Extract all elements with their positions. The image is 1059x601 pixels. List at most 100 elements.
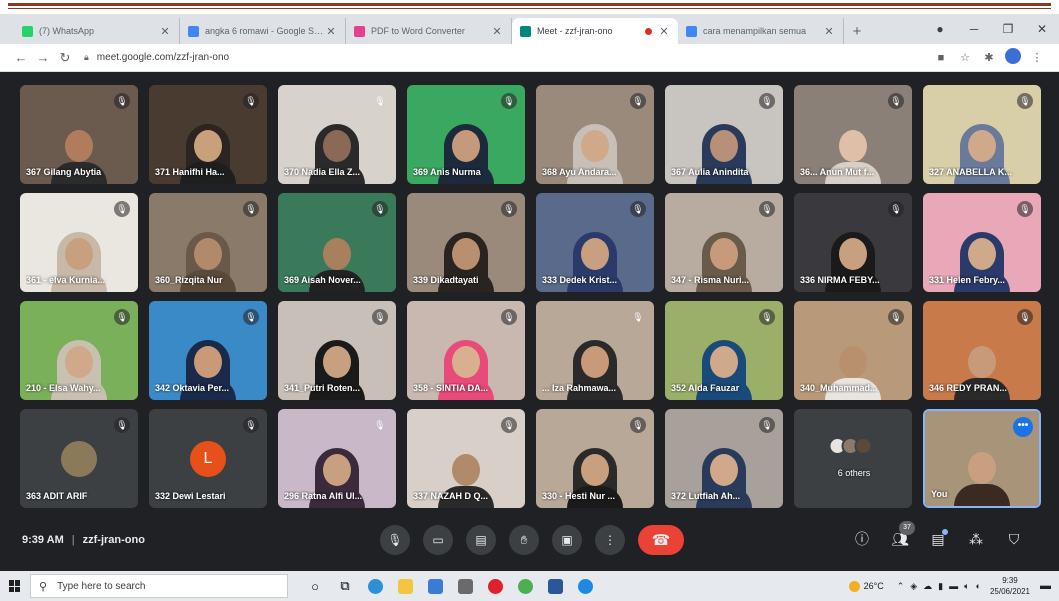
participant-tile[interactable]: 🎙︎ 330 - Hesti Nur ...	[536, 409, 654, 508]
participant-tile[interactable]: 🎙︎ 363 ADIT ARIF	[20, 409, 138, 508]
participant-tile[interactable]: 🎙︎ 358 - SINTIA DA...	[407, 301, 525, 400]
activities-button[interactable]: ⁂	[957, 531, 995, 548]
volume-icon[interactable]: 🔈︎	[964, 581, 969, 592]
host-controls-button[interactable]: ⛉	[995, 531, 1033, 548]
others-tile[interactable]: 6 others	[794, 409, 912, 508]
participant-tile[interactable]: 🎙︎ 339 Dikadtayati	[407, 193, 525, 292]
cloud-icon[interactable]: ☁︎	[923, 581, 932, 592]
raise-hand-button[interactable]: ✋︎	[509, 525, 539, 555]
participant-tile[interactable]: 🎙︎ 360_Rizqita Nur	[149, 193, 267, 292]
participant-tile[interactable]: 🎙︎ 331 Helen Febry...	[923, 193, 1041, 292]
url-field[interactable]: 🔒︎ meet.google.com/zzf-jran-ono	[84, 47, 929, 69]
cortana-icon[interactable]: ○	[300, 571, 330, 601]
tab-search[interactable]: cara menampilkan semua ✕	[678, 18, 844, 44]
menu-icon[interactable]: ⋮	[1025, 51, 1049, 64]
participant-tile[interactable]: 🎙︎ 369 Aisah Nover...	[278, 193, 396, 292]
bookmark-star-icon[interactable]: ☆	[953, 51, 977, 64]
task-view-icon[interactable]: ⧉	[330, 571, 360, 601]
wifi-icon[interactable]: ▬	[949, 581, 958, 591]
pdf-converter-icon	[354, 25, 365, 37]
clock[interactable]: 9:39 25/06/2021	[990, 575, 1030, 597]
participant-tile[interactable]: 🎙︎ 296 Ratna Alfi Ul...	[278, 409, 396, 508]
participant-tile[interactable]: 🎙︎ 342 Oktavia Per...	[149, 301, 267, 400]
participant-tile[interactable]: 🎙︎ 352 Alda Fauzar	[665, 301, 783, 400]
notifications-icon[interactable]: ▬	[1040, 580, 1051, 592]
close-window-icon[interactable]: ✕	[1025, 22, 1059, 36]
forward-icon[interactable]: →	[32, 50, 54, 65]
weather-widget[interactable]: 26°C	[848, 580, 884, 592]
word-icon[interactable]	[540, 571, 570, 601]
participant-tile[interactable]: 🎙︎ 368 Ayu Andara...	[536, 85, 654, 184]
battery-icon[interactable]: ▮	[938, 581, 943, 592]
edge-icon[interactable]	[360, 571, 390, 601]
people-button[interactable]: 👥︎ 37	[881, 520, 919, 548]
participant-tile[interactable]: 🎙︎ 327 ANABELLA K...	[923, 85, 1041, 184]
participant-tile[interactable]: 🎙︎ 367 Aulia Anindita	[665, 85, 783, 184]
store-icon[interactable]	[420, 571, 450, 601]
participant-tile[interactable]: L 🎙︎ 332 Dewi Lestari	[149, 409, 267, 508]
face-shape	[452, 130, 480, 162]
taskbar-search-box[interactable]: ⚲ Type here to search	[30, 574, 288, 598]
participant-tile[interactable]: 🎙︎ 370 Nadia Ella Z...	[278, 85, 396, 184]
reload-icon[interactable]: ↻	[54, 50, 76, 66]
participant-tile[interactable]: 🎙︎ 367 Gilang Abytia	[20, 85, 138, 184]
captions-button[interactable]: ▤	[466, 525, 496, 555]
minimize-icon[interactable]: ─	[957, 22, 991, 36]
participant-name: 369 Anis Nurma	[413, 167, 481, 177]
participant-tile[interactable]: 🎙︎ 346 REDY PRAN...	[923, 301, 1041, 400]
new-tab-button[interactable]: +	[844, 18, 870, 44]
close-icon[interactable]: ✕	[159, 25, 171, 38]
participant-tile[interactable]: 🎙︎ 333 Dedek Krist...	[536, 193, 654, 292]
chrome-icon[interactable]	[510, 571, 540, 601]
face-shape	[581, 454, 609, 486]
participant-tile[interactable]: 🎙︎ 371 Hanifhi Ha...	[149, 85, 267, 184]
start-button[interactable]	[0, 571, 30, 601]
participant-tile[interactable]: 🎙︎ 341_Putri Roten...	[278, 301, 396, 400]
chevron-up-icon[interactable]: ⌃	[897, 581, 905, 592]
close-icon[interactable]: ✕	[658, 25, 670, 38]
more-options-button[interactable]: ⋮	[595, 525, 625, 555]
language-icon[interactable]: ◐	[976, 581, 981, 591]
tab-whatsapp[interactable]: (7) WhatsApp ✕	[14, 18, 180, 44]
participant-tile[interactable]: 🎙︎ 337 NAZAH D Q...	[407, 409, 525, 508]
profile-avatar[interactable]	[1001, 48, 1025, 67]
face-shape	[194, 130, 222, 162]
participant-tile[interactable]: 🎙︎ 210 - Elsa Wahy...	[20, 301, 138, 400]
back-icon[interactable]: ←	[10, 50, 32, 65]
participant-tile[interactable]: 🎙︎ 336 NIRMA FEBY...	[794, 193, 912, 292]
tab-search-icon[interactable]: ●	[923, 22, 957, 36]
participant-video	[954, 448, 1010, 506]
close-icon[interactable]: ✕	[823, 25, 835, 38]
present-button[interactable]: ▣	[552, 525, 582, 555]
participant-tile[interactable]: 🎙︎ 372 Lutfiah Ah...	[665, 409, 783, 508]
tab-google-search[interactable]: angka 6 romawi - Google Search ✕	[180, 18, 346, 44]
mic-muted-icon: 🎙︎	[243, 93, 259, 109]
participant-tile[interactable]: 🎙︎ 361 - elva Kurnia...	[20, 193, 138, 292]
microphone-button[interactable]: 🎙︎	[380, 525, 410, 555]
tab-pdf-to-word[interactable]: PDF to Word Converter ✕	[346, 18, 512, 44]
camera-button[interactable]: ▭	[423, 525, 453, 555]
network-icon[interactable]: ◈	[910, 581, 917, 592]
chat-button[interactable]: ▤	[919, 528, 957, 548]
opera-icon[interactable]	[480, 571, 510, 601]
more-options-icon[interactable]: •••	[1013, 417, 1033, 437]
self-video-tile[interactable]: ••• You	[923, 409, 1041, 508]
close-icon[interactable]: ✕	[491, 25, 503, 38]
extensions-icon[interactable]: ✱	[977, 51, 1001, 64]
tab-meet[interactable]: Meet - zzf-jran-ono ✕	[512, 18, 678, 44]
leave-call-button[interactable]: ☎︎	[638, 525, 684, 555]
maximize-icon[interactable]: ❐	[991, 22, 1025, 36]
camera-indicator-icon[interactable]: ■	[929, 52, 953, 64]
participant-tile[interactable]: 🎙︎ 36... Anun Mut f...	[794, 85, 912, 184]
camera-app-icon[interactable]	[450, 571, 480, 601]
participant-name: 361 - elva Kurnia...	[26, 275, 106, 285]
participant-tile[interactable]: 🎙︎ 347 - Risma Nuri...	[665, 193, 783, 292]
participant-tile[interactable]: 🎙︎ 340_Muhammad...	[794, 301, 912, 400]
globe-icon[interactable]	[570, 571, 600, 601]
participant-name: 367 Aulia Anindita	[671, 167, 749, 177]
close-icon[interactable]: ✕	[325, 25, 337, 38]
participant-tile[interactable]: 🎙︎ 369 Anis Nurma	[407, 85, 525, 184]
file-explorer-icon[interactable]	[390, 571, 420, 601]
meeting-details-button[interactable]: ⓘ	[843, 529, 881, 549]
participant-tile[interactable]: 🎙︎ ... Iza Rahmawa...	[536, 301, 654, 400]
